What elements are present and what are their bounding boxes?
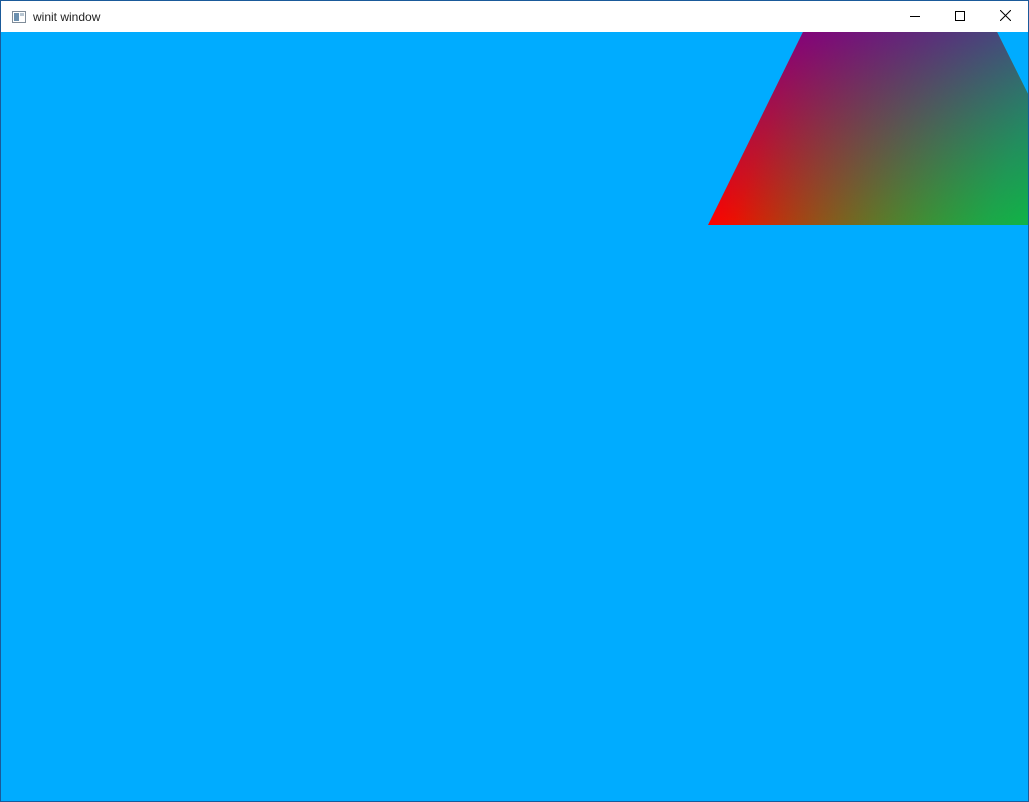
minimize-icon	[910, 8, 920, 26]
close-button[interactable]	[982, 1, 1028, 32]
title-bar[interactable]: winit window	[1, 1, 1028, 32]
rendered-triangle-canvas	[708, 32, 1028, 225]
close-icon	[999, 8, 1011, 26]
minimize-button[interactable]	[892, 1, 938, 32]
app-window-icon	[12, 10, 26, 23]
maximize-icon	[955, 8, 965, 26]
render-surface[interactable]	[1, 32, 1028, 801]
maximize-button[interactable]	[937, 1, 983, 32]
app-window: winit window	[0, 0, 1029, 802]
triangle-shape	[708, 32, 1028, 225]
window-title: winit window	[33, 10, 101, 24]
